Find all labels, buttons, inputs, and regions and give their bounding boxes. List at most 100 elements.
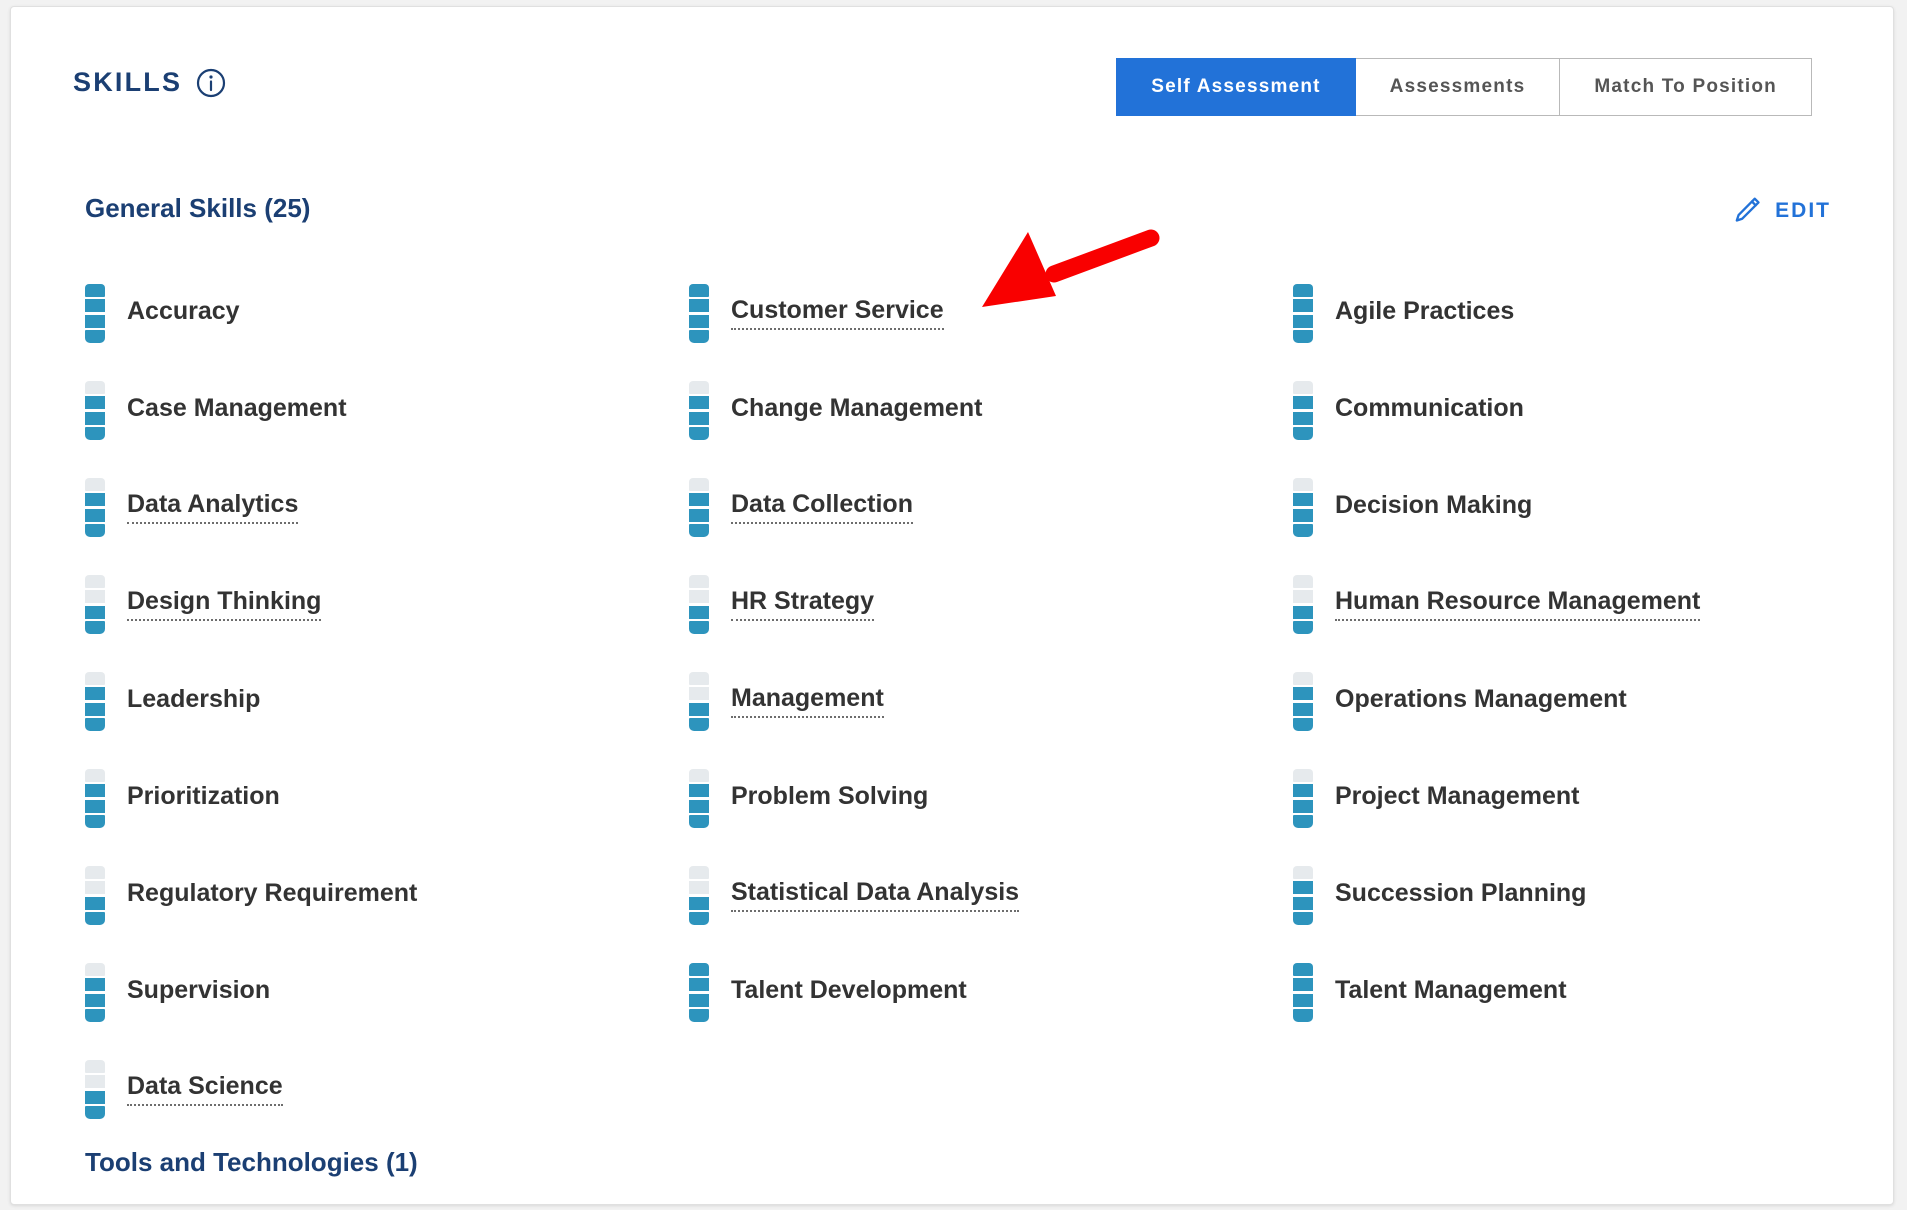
edit-button-label: EDIT <box>1775 198 1831 222</box>
skill-level-segment <box>689 717 709 731</box>
skill-level-segment <box>85 426 105 440</box>
skill-item[interactable]: Human Resource Management <box>1293 556 1845 653</box>
skill-item[interactable]: Statistical Data Analysis <box>689 847 1293 944</box>
skill-level-meter-icon <box>689 381 709 440</box>
skill-level-meter-icon <box>85 478 105 537</box>
skill-item[interactable]: Operations Management <box>1293 653 1845 750</box>
skill-item[interactable]: Decision Making <box>1293 459 1845 556</box>
skill-level-segment <box>689 672 709 685</box>
skill-level-segment <box>85 672 105 685</box>
tab-self-assessment-label: Self Assessment <box>1151 76 1321 97</box>
skill-level-meter-icon <box>689 769 709 828</box>
edit-button[interactable]: EDIT <box>1731 195 1831 226</box>
skill-level-segment <box>1293 769 1313 782</box>
skill-item[interactable]: Management <box>689 653 1293 750</box>
skill-label: Talent Management <box>1335 976 1567 1005</box>
skill-item[interactable]: Succession Planning <box>1293 847 1845 944</box>
skill-level-segment <box>1293 329 1313 343</box>
skill-item[interactable]: Supervision <box>85 944 689 1041</box>
skill-level-segment <box>85 1060 105 1073</box>
skill-level-segment <box>1293 1008 1313 1022</box>
assessment-tabs: Self Assessment Assessments Match To Pos… <box>1116 58 1812 116</box>
skill-item[interactable]: Project Management <box>1293 750 1845 847</box>
skill-item[interactable]: Talent Management <box>1293 944 1845 1041</box>
skill-item[interactable]: Prioritization <box>85 750 689 847</box>
skill-item[interactable]: Data Analytics <box>85 459 689 556</box>
skill-item[interactable]: Design Thinking <box>85 556 689 653</box>
skill-level-segment <box>85 411 105 425</box>
skill-level-meter-icon <box>85 672 105 731</box>
skill-label: Regulatory Requirement <box>127 879 418 908</box>
skill-label: Statistical Data Analysis <box>731 879 1020 912</box>
skill-level-segment <box>85 963 105 976</box>
skill-level-segment <box>85 575 105 588</box>
skill-level-segment <box>689 866 709 879</box>
skill-level-segment <box>689 590 709 604</box>
skill-level-segment <box>85 1008 105 1022</box>
skill-level-meter-icon <box>1293 575 1313 634</box>
skill-level-segment <box>1293 590 1313 604</box>
skill-item[interactable]: Data Science <box>85 1041 689 1138</box>
skill-label: Communication <box>1335 394 1524 423</box>
skill-level-segment <box>85 381 105 394</box>
skill-item[interactable]: Communication <box>1293 362 1845 459</box>
skill-level-segment <box>689 687 709 701</box>
skill-level-segment <box>689 620 709 634</box>
skill-level-segment <box>689 523 709 537</box>
skill-item[interactable]: Regulatory Requirement <box>85 847 689 944</box>
page-title-group: SKILLS <box>73 67 226 98</box>
skill-item[interactable]: Change Management <box>689 362 1293 459</box>
skills-header: SKILLS Self Assessment Assessments Match… <box>11 7 1893 127</box>
skill-label: Customer Service <box>731 297 944 330</box>
skill-level-segment <box>85 314 105 328</box>
skill-level-segment <box>85 284 105 297</box>
skill-level-segment <box>1293 493 1313 507</box>
skill-item[interactable]: Agile Practices <box>1293 265 1845 362</box>
skill-level-segment <box>689 769 709 782</box>
skill-level-meter-icon <box>1293 284 1313 343</box>
skill-item[interactable]: Case Management <box>85 362 689 459</box>
skill-level-segment <box>1293 605 1313 619</box>
skills-grid: Accuracy Customer Service Agile Practices C… <box>85 265 1845 1138</box>
page-title: SKILLS <box>73 67 183 97</box>
skill-item[interactable]: Accuracy <box>85 265 689 362</box>
skill-level-segment <box>85 299 105 313</box>
skill-item[interactable]: Data Collection <box>689 459 1293 556</box>
skill-level-meter-icon <box>1293 478 1313 537</box>
tab-assessments[interactable]: Assessments <box>1355 58 1561 116</box>
skill-item[interactable]: Problem Solving <box>689 750 1293 847</box>
general-skills-heading: General Skills (25) <box>85 193 311 223</box>
skill-label: Talent Development <box>731 976 967 1005</box>
skill-level-segment <box>689 963 709 976</box>
skill-item[interactable]: HR Strategy <box>689 556 1293 653</box>
skill-label: Supervision <box>127 976 271 1005</box>
skill-item[interactable]: Talent Development <box>689 944 1293 1041</box>
skill-label: Agile Practices <box>1335 297 1515 326</box>
skill-label: Change Management <box>731 394 983 423</box>
skill-level-segment <box>689 784 709 798</box>
skill-label: Succession Planning <box>1335 879 1587 908</box>
skill-level-segment <box>85 911 105 925</box>
skill-level-segment <box>85 978 105 992</box>
tab-match-to-position[interactable]: Match To Position <box>1560 58 1812 116</box>
skill-level-segment <box>85 396 105 410</box>
skill-level-segment <box>689 314 709 328</box>
skill-level-segment <box>85 1090 105 1104</box>
skill-level-segment <box>85 702 105 716</box>
pencil-icon <box>1731 195 1762 226</box>
skill-level-meter-icon <box>689 284 709 343</box>
skill-level-segment <box>1293 620 1313 634</box>
skill-label: Data Analytics <box>127 491 299 524</box>
skill-level-segment <box>85 620 105 634</box>
skill-level-meter-icon <box>689 575 709 634</box>
skill-item[interactable]: Customer Service <box>689 265 1293 362</box>
skill-level-segment <box>85 329 105 343</box>
skill-label: Data Science <box>127 1073 283 1106</box>
tab-self-assessment[interactable]: Self Assessment <box>1116 58 1356 116</box>
skill-level-segment <box>1293 978 1313 992</box>
skill-level-segment <box>85 687 105 701</box>
info-circle-icon[interactable] <box>196 68 226 98</box>
skill-level-segment <box>85 1075 105 1089</box>
skill-level-segment <box>1293 478 1313 491</box>
skill-item[interactable]: Leadership <box>85 653 689 750</box>
